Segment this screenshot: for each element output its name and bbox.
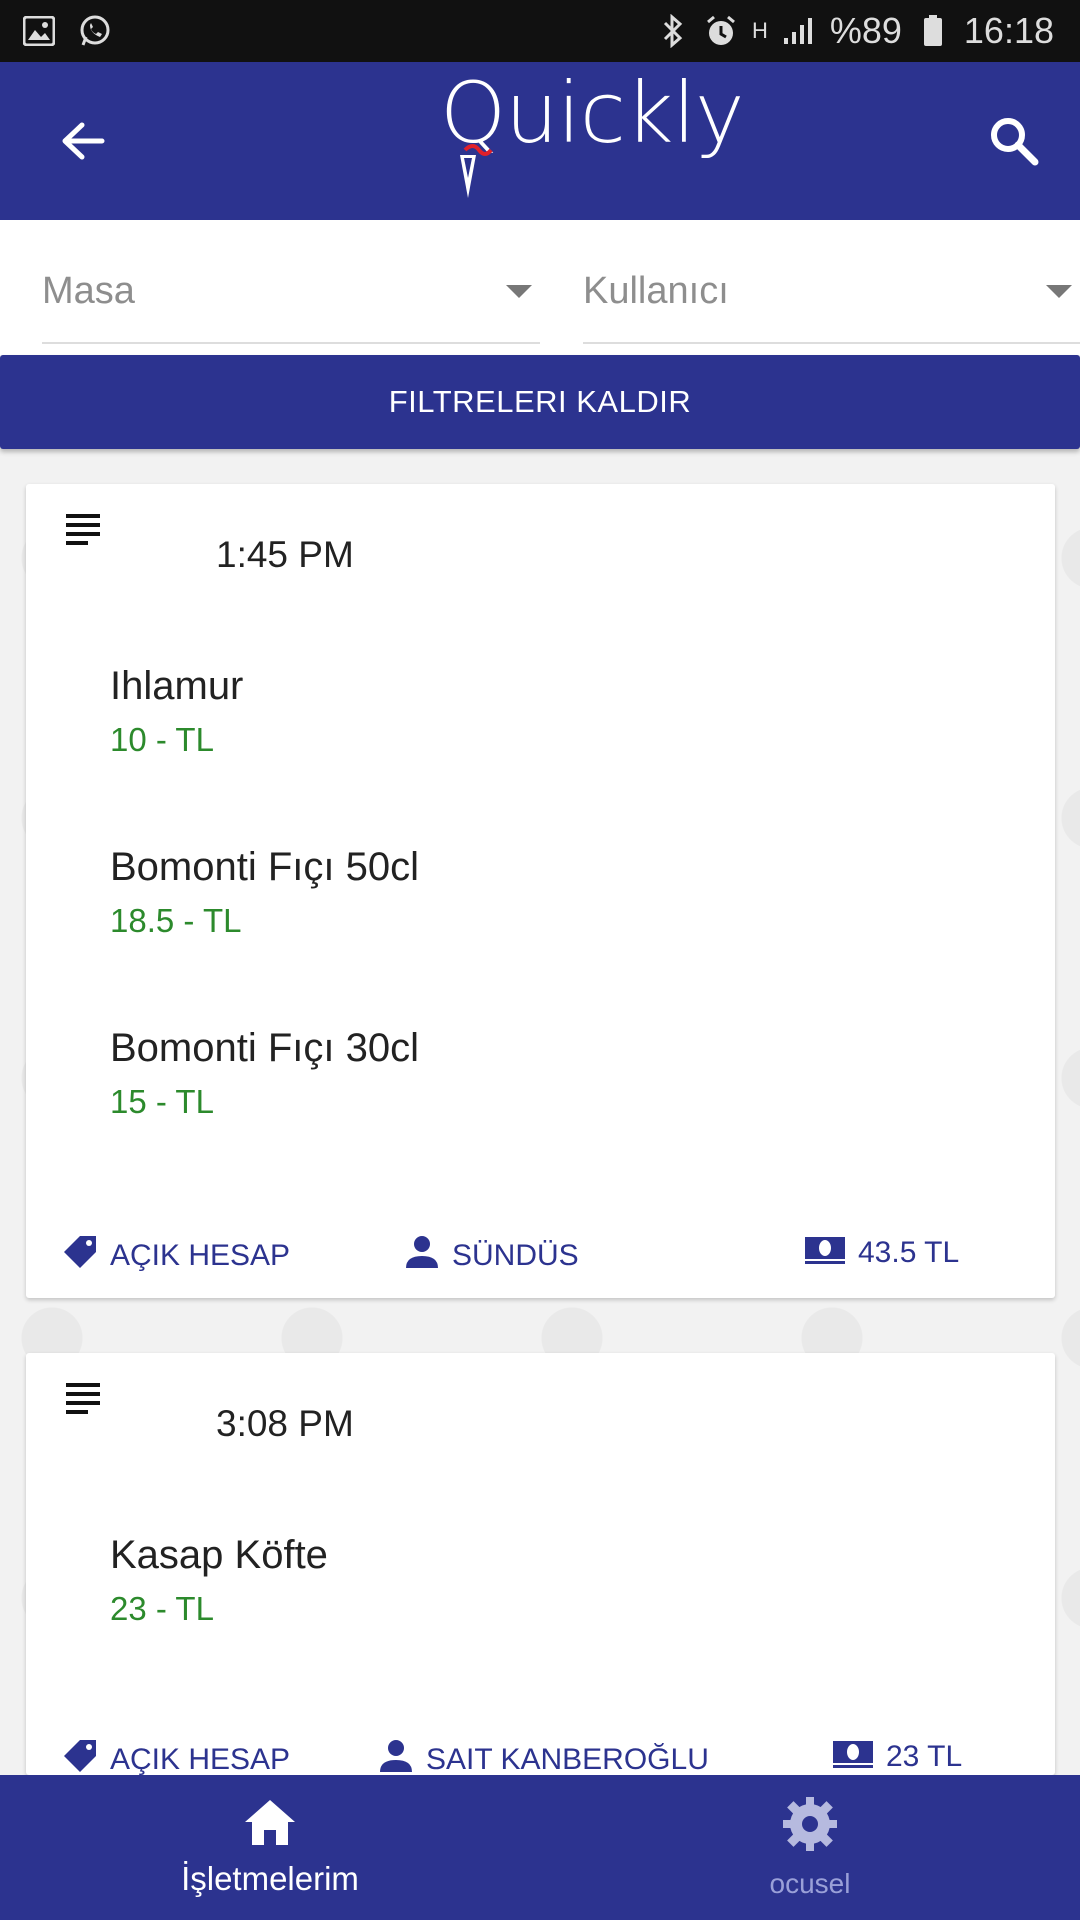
battery-icon <box>916 14 950 48</box>
nav-item-home[interactable]: İşletmelerim <box>0 1775 540 1920</box>
whatsapp-icon <box>78 14 112 48</box>
user-select[interactable]: Kullanıcı <box>583 240 1080 344</box>
order-item: Bomonti Fıçı 50cl 18.5 - TL <box>110 845 1010 1026</box>
network-type: H <box>751 18 768 43</box>
search-icon[interactable] <box>984 111 1044 171</box>
tag-icon <box>62 1234 98 1278</box>
signal-icon <box>782 14 816 48</box>
status-bar: H %89 16:18 <box>0 0 1080 62</box>
item-price: 18.5 - TL <box>110 902 242 939</box>
person-icon <box>378 1740 414 1775</box>
bluetooth-icon <box>656 14 690 48</box>
order-items: Kasap Köfte 23 - TL <box>110 1533 1010 1714</box>
order-user-name: SAIT KANBEROĞLU <box>426 1743 709 1775</box>
order-item: Kasap Köfte 23 - TL <box>110 1533 1010 1714</box>
order-item: Bomonti Fıçı 30cl 15 - TL <box>110 1026 1010 1207</box>
app-logo: Quickly <box>440 64 745 200</box>
order-footer: AÇIK HESAP SÜNDÜS 43.5 TL <box>26 1224 1055 1284</box>
table-select-placeholder: Masa <box>42 269 135 312</box>
order-details-icon[interactable] <box>66 512 102 548</box>
order-user-name: SÜNDÜS <box>452 1239 579 1272</box>
logo-pin-icon <box>460 144 493 198</box>
bottom-navigation: İşletmelerim ocusel <box>0 1775 1080 1920</box>
order-details-icon[interactable] <box>66 1381 102 1417</box>
account-status-label: AÇIK HESAP <box>110 1239 291 1272</box>
nav-item-settings[interactable]: ocusel <box>540 1775 1080 1920</box>
order-footer: AÇIK HESAP SAIT KANBEROĞLU 23 TL <box>26 1740 1055 1775</box>
order-items: Ihlamur 10 - TL Bomonti Fıçı 50cl 18.5 -… <box>110 664 1010 1207</box>
order-total-amount: 43.5 TL <box>858 1236 960 1269</box>
gear-icon <box>781 1795 839 1858</box>
user-select-placeholder: Kullanıcı <box>583 269 729 312</box>
home-icon <box>242 1797 298 1852</box>
alarm-icon <box>704 14 738 48</box>
item-name: Ihlamur <box>110 664 244 708</box>
order-total: 43.5 TL <box>804 1234 959 1272</box>
clock: 16:18 <box>963 10 1054 51</box>
clear-filters-button[interactable]: FILTRELERI KALDIR <box>0 355 1080 449</box>
account-status-label: AÇIK HESAP <box>110 1743 291 1775</box>
money-icon <box>832 1740 874 1775</box>
gallery-icon <box>22 14 56 48</box>
account-status: AÇIK HESAP <box>62 1234 290 1278</box>
item-name: Bomonti Fıçı 30cl <box>110 1026 420 1070</box>
order-user: SÜNDÜS <box>404 1234 579 1278</box>
item-name: Bomonti Fıçı 50cl <box>110 845 420 889</box>
order-card[interactable]: 3:08 PM Kasap Köfte 23 - TL AÇIK HESAP S… <box>26 1353 1055 1775</box>
money-icon <box>804 1234 846 1272</box>
order-total: 23 TL <box>832 1740 962 1775</box>
person-icon <box>404 1234 440 1278</box>
account-status: AÇIK HESAP <box>62 1740 290 1775</box>
order-user: SAIT KANBEROĞLU <box>378 1740 709 1775</box>
item-name: Kasap Köfte <box>110 1533 328 1577</box>
order-total-amount: 23 TL <box>886 1740 963 1773</box>
nav-label-home: İşletmelerim <box>181 1860 359 1897</box>
item-price: 15 - TL <box>110 1083 214 1120</box>
back-arrow-icon[interactable] <box>58 116 108 166</box>
order-time: 3:08 PM <box>216 1403 354 1444</box>
battery-percent: %89 <box>829 10 902 51</box>
order-time: 1:45 PM <box>216 534 354 575</box>
dropdown-caret-icon <box>506 284 532 298</box>
nav-label-settings: ocusel <box>769 1868 851 1899</box>
order-item: Ihlamur 10 - TL <box>110 664 1010 845</box>
tag-icon <box>62 1740 98 1775</box>
table-select[interactable]: Masa <box>42 240 540 344</box>
order-card[interactable]: 1:45 PM Ihlamur 10 - TL Bomonti Fıçı 50c… <box>26 484 1055 1298</box>
dropdown-caret-icon <box>1046 284 1072 298</box>
item-price: 10 - TL <box>110 721 214 758</box>
item-price: 23 - TL <box>110 1590 214 1627</box>
